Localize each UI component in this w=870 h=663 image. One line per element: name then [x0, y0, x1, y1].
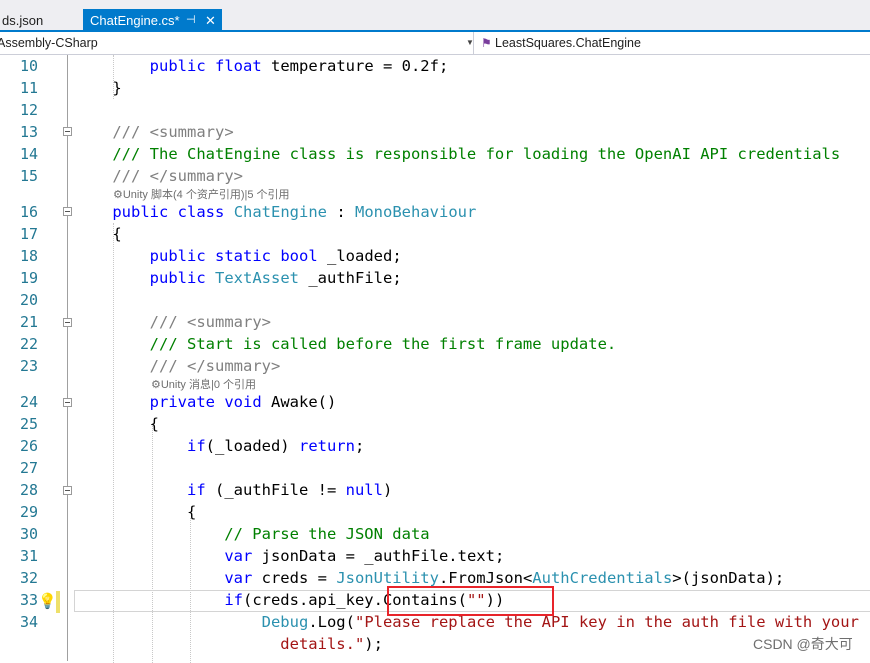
code-line: 28 if (_authFile != null) [0, 479, 870, 501]
tab-label: ds.json [2, 13, 44, 28]
code-line: 16 public class ChatEngine : MonoBehavio… [0, 201, 870, 223]
project-label: Assembly-CSharp [0, 36, 98, 50]
code-line: 19 public TextAsset _authFile; [0, 267, 870, 289]
line-number: 17 [19, 225, 38, 243]
tab-ds-json[interactable]: ds.json [0, 9, 49, 32]
code-line: 13 /// <summary> [0, 121, 870, 143]
line-number: 23 [19, 357, 38, 375]
tab-label: ChatEngine.cs* [90, 13, 180, 28]
document-tab-strip: ds.json ChatEngine.cs* ⊣ ✕ [0, 0, 870, 32]
close-icon[interactable]: ✕ [205, 9, 216, 32]
codelens-references[interactable]: ⚙Unity 消息|0 个引用 [151, 378, 256, 392]
line-code: // Parse the JSON data [75, 525, 430, 543]
line-number: 33 [19, 591, 38, 609]
code-line: 26 if(_loaded) return; [0, 435, 870, 457]
line-number: 11 [19, 79, 38, 97]
line-code: { [75, 415, 159, 433]
line-code: /// </summary> [149, 357, 281, 375]
chevron-down-icon[interactable]: ▼ [466, 32, 474, 54]
line-code: if(_loaded) return; [186, 437, 365, 455]
line-number: 20 [19, 291, 38, 309]
class-icon: ⚑ [481, 36, 492, 50]
code-editor[interactable]: 💡 10 public float temperature = 0.2f; 11… [0, 55, 870, 663]
line-code: public class ChatEngine : MonoBehaviour [112, 203, 477, 221]
line-number: 31 [19, 547, 38, 565]
code-line: 15 /// </summary> [0, 165, 870, 187]
code-line: 24 private void Awake() [0, 391, 870, 413]
code-line: 20 [0, 289, 870, 311]
annotation-highlight-box [387, 586, 554, 616]
line-code: /// <summary> [112, 123, 234, 141]
line-code: { [75, 225, 122, 243]
code-line: 10 public float temperature = 0.2f; [0, 55, 870, 77]
project-dropdown[interactable]: Assembly-CSharp [0, 32, 474, 54]
line-number: 25 [19, 415, 38, 433]
code-line: 27 [0, 457, 870, 479]
line-number: 29 [19, 503, 38, 521]
code-line: 11 } [0, 77, 870, 99]
line-number: 13 [19, 123, 38, 141]
line-number: 27 [19, 459, 38, 477]
line-number: 30 [19, 525, 38, 543]
line-number: 12 [19, 101, 38, 119]
line-number: 18 [19, 247, 38, 265]
code-line: 23 /// </summary> [0, 355, 870, 377]
line-number: 14 [19, 145, 38, 163]
code-line: 22 /// Start is called before the first … [0, 333, 870, 355]
code-line: details."); [0, 633, 870, 655]
code-line: 17 { [0, 223, 870, 245]
line-number: 34 [19, 613, 38, 631]
type-dropdown[interactable]: ⚑ LeastSquares.ChatEngine [481, 32, 641, 54]
line-number: 28 [19, 481, 38, 499]
line-number: 15 [19, 167, 38, 185]
code-line: 31 var jsonData = _authFile.text; [0, 545, 870, 567]
line-number: 19 [19, 269, 38, 287]
line-code: public TextAsset _authFile; [149, 269, 402, 287]
codelens-references[interactable]: ⚙Unity 脚本(4 个资产引用)|5 个引用 [113, 188, 290, 202]
navigation-bar: Assembly-CSharp ▼ ⚑ LeastSquares.ChatEngi… [0, 32, 870, 55]
line-code: } [75, 79, 122, 97]
type-label: LeastSquares.ChatEngine [495, 36, 641, 50]
code-line: 30 // Parse the JSON data [0, 523, 870, 545]
line-code: /// </summary> [112, 167, 243, 185]
code-line: 25 { [0, 413, 870, 435]
line-code: /// The ChatEngine class is responsible … [75, 145, 841, 163]
line-code: public static bool _loaded; [149, 247, 402, 265]
pin-icon[interactable]: ⊣ [186, 9, 196, 32]
line-number: 16 [19, 203, 38, 221]
line-number: 22 [19, 335, 38, 353]
line-number: 32 [19, 569, 38, 587]
line-code: var jsonData = _authFile.text; [224, 547, 505, 565]
watermark: CSDN @奇大可 [753, 636, 853, 652]
line-code: { [75, 503, 197, 521]
line-number: 26 [19, 437, 38, 455]
code-line: 29 { [0, 501, 870, 523]
line-number: 21 [19, 313, 38, 331]
line-number: 24 [19, 393, 38, 411]
line-number: 10 [19, 57, 38, 75]
code-line: 18 public static bool _loaded; [0, 245, 870, 267]
code-line: 21 /// <summary> [0, 311, 870, 333]
code-line: 12 [0, 99, 870, 121]
code-line: 14 /// The ChatEngine class is responsib… [0, 143, 870, 165]
line-code: private void Awake() [149, 393, 337, 411]
line-code: public float temperature = 0.2f; [149, 57, 449, 75]
tab-chatengine-cs[interactable]: ChatEngine.cs* ⊣ ✕ [83, 9, 222, 32]
line-code: if (_authFile != null) [186, 481, 393, 499]
line-code: /// <summary> [149, 313, 271, 331]
line-code: details."); [75, 635, 383, 653]
line-code: /// Start is called before the first fra… [75, 335, 617, 353]
